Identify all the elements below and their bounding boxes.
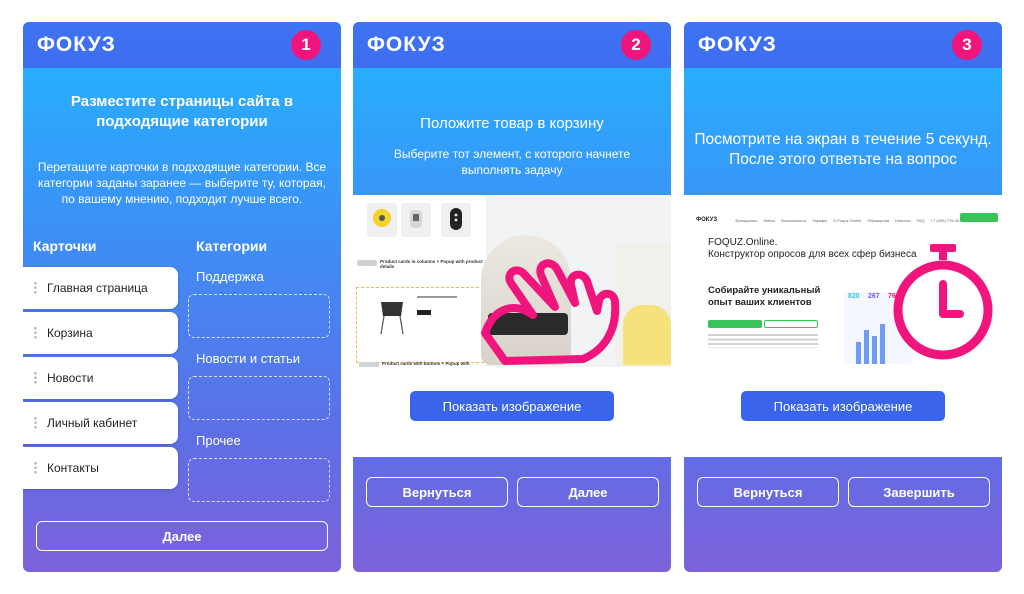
kettle-icon (410, 210, 422, 228)
mini-bar (880, 324, 885, 364)
category-drop-zone[interactable] (188, 376, 330, 420)
screen-title: Положите товар в корзину (420, 115, 604, 132)
site-subheading: Конструктор опросов для всех сфер бизнес… (708, 249, 917, 260)
tag-chip (357, 260, 377, 266)
screenshot-caption: Product cards with buttons + Popup with (382, 361, 470, 366)
site-button-outline (764, 320, 818, 328)
show-image-button[interactable]: Показать изображение (741, 391, 945, 421)
drag-handle-icon[interactable] (34, 326, 37, 340)
mini-bar (872, 336, 877, 364)
category-label: Прочее (196, 433, 241, 448)
text-line (417, 296, 457, 298)
website-screenshot[interactable]: ФОКУЗ Функционал Кейсы Возможности Тариф… (684, 210, 1002, 372)
screen-title: Разместите страницы сайта в подходящие к… (70, 93, 294, 130)
lemon-squeezer-icon (373, 209, 391, 227)
card-label: Новости (47, 371, 94, 385)
cards-header: Карточки (33, 238, 97, 254)
screenshot-caption: Product cards in columns + Popup with pr… (380, 259, 483, 269)
step-badge: 3 (952, 30, 982, 60)
screen-instructions: Выберите тот элемент, с которого начнете… (393, 147, 631, 177)
brand-logo: ФОКУЗ (698, 33, 777, 56)
screen-instructions: Перетащите карточки в подходящие категор… (37, 160, 327, 206)
category-label: Поддержка (196, 269, 264, 284)
site-nav-item: Возможности (781, 217, 807, 223)
drag-handle-icon[interactable] (34, 281, 37, 295)
site-nav-item: Кейсы (763, 217, 776, 223)
site-nav-item: О Foquz.Online (833, 217, 862, 223)
brand-logo: ФОКУЗ (367, 33, 446, 56)
tag-chip (359, 362, 379, 367)
back-button[interactable]: Вернуться (697, 477, 839, 507)
site-heading-line: FOQUZ.Online. (708, 237, 778, 248)
next-button[interactable]: Далее (36, 521, 328, 551)
site-nav-item: Новости (895, 217, 911, 223)
mini-bar (856, 342, 861, 364)
sortable-card[interactable]: Контакты (23, 447, 178, 489)
card-label: Корзина (47, 326, 93, 340)
site-button (708, 320, 762, 328)
site-nav-item: Функционал (735, 217, 758, 223)
category-drop-zone[interactable] (188, 294, 330, 338)
bag-yellow (623, 305, 671, 365)
next-button[interactable]: Далее (517, 477, 659, 507)
site-nav: ФОКУЗ Функционал Кейсы Возможности Тариф… (696, 215, 998, 225)
preview-panel: ФОКУЗ Функционал Кейсы Возможности Тариф… (684, 195, 1002, 457)
selected-region (356, 287, 484, 363)
site-heading: FOQUZ.Online. Конструктор опросов для вс… (708, 237, 917, 261)
screen-five-second-test: ФОКУЗ 3 Посмотрите на экран в течение 5 … (684, 22, 1002, 572)
screen-card-sorting: ФОКУЗ 1 Разместите страницы сайта в подх… (23, 22, 341, 572)
card-label: Контакты (47, 461, 99, 475)
site-stat: 820 (848, 293, 860, 300)
top-bar: ФОКУЗ 3 (684, 22, 1002, 68)
category-drop-zone[interactable] (188, 458, 330, 502)
back-button[interactable]: Вернуться (366, 477, 508, 507)
site-cta (960, 213, 998, 222)
top-bar: ФОКУЗ 1 (23, 22, 341, 68)
pointing-hand-icon (481, 259, 620, 365)
site-promo: Собирайте уникальный опыт ваших клиентов (708, 285, 821, 308)
site-stat: 267 (868, 293, 880, 300)
site-nav-item: Тарифы (812, 217, 828, 223)
site-nav-item: Обращения (867, 217, 890, 223)
card-label: Главная страница (47, 281, 148, 295)
screen-title: Посмотрите на экран в течение 5 секунд. … (694, 131, 992, 168)
product-thumb (441, 203, 471, 237)
stopwatch-icon (893, 244, 993, 360)
brand-logo: ФОКУЗ (37, 33, 116, 56)
task-screenshot[interactable]: Product cards in columns + Popup with pr… (353, 195, 671, 367)
drag-handle-icon[interactable] (34, 416, 37, 430)
preview-panel: Product cards in columns + Popup with pr… (353, 195, 671, 457)
site-nav-item: FAQ (916, 217, 925, 223)
product-thumb (401, 203, 431, 237)
mini-button (417, 310, 431, 315)
sortable-card[interactable]: Личный кабинет (23, 402, 178, 444)
product-thumb (367, 203, 397, 237)
category-label: Новости и статьи (196, 351, 301, 366)
finish-button[interactable]: Завершить (848, 477, 990, 507)
step-badge: 2 (621, 30, 651, 60)
site-paragraph (708, 334, 818, 348)
chair-icon (380, 302, 404, 335)
step-badge: 1 (291, 30, 321, 60)
card-label: Личный кабинет (47, 416, 138, 430)
drag-handle-icon[interactable] (34, 371, 37, 385)
mini-bar (864, 330, 869, 364)
show-image-button[interactable]: Показать изображение (410, 391, 614, 421)
site-logo: ФОКУЗ (696, 217, 718, 223)
drag-handle-icon[interactable] (34, 461, 37, 475)
screen-first-click: ФОКУЗ 2 Положите товар в корзину Выберит… (353, 22, 671, 572)
sortable-card[interactable]: Главная страница (23, 267, 178, 309)
sortable-card[interactable]: Корзина (23, 312, 178, 354)
top-bar: ФОКУЗ 2 (353, 22, 671, 68)
sortable-card[interactable]: Новости (23, 357, 178, 399)
categories-header: Категории (196, 238, 268, 254)
device-icon (450, 208, 462, 230)
